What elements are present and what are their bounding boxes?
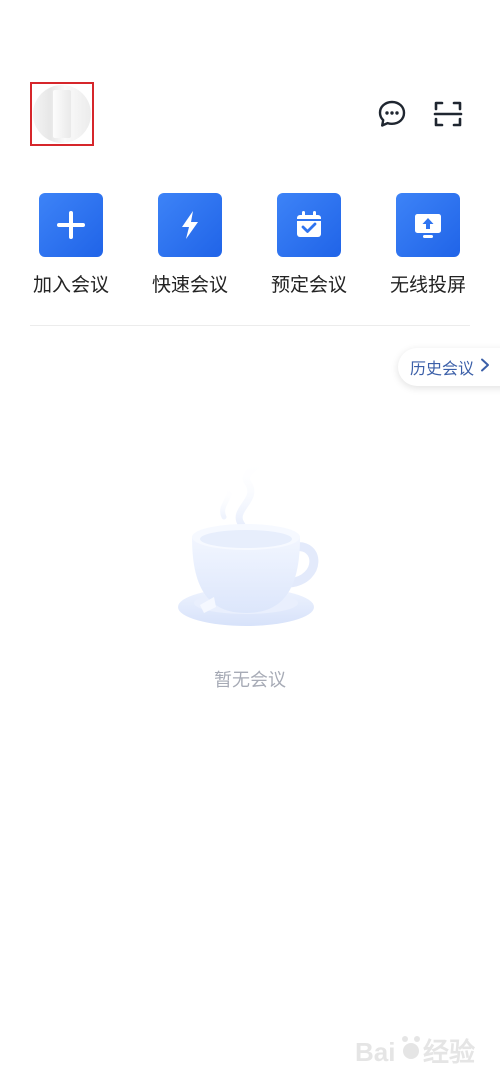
avatar-button[interactable]	[30, 82, 94, 146]
coffee-cup-icon	[170, 455, 330, 640]
empty-state-text: 暂无会议	[214, 670, 286, 690]
join-meeting-button[interactable]: 加入会议	[21, 193, 121, 297]
watermark-logo: Bai 经验	[355, 1025, 495, 1075]
schedule-meeting-label: 预定会议	[270, 275, 347, 296]
calendar-check-icon	[277, 193, 341, 257]
avatar	[33, 85, 91, 143]
lightning-icon	[158, 193, 222, 257]
quick-meeting-label: 快速会议	[151, 275, 228, 296]
svg-text:经验: 经验	[423, 1037, 475, 1067]
history-meetings-label: 历史会议	[410, 361, 475, 378]
schedule-meeting-button[interactable]: 预定会议	[259, 193, 359, 297]
screen-cast-icon	[396, 193, 460, 257]
screen-cast-label: 无线投屏	[389, 275, 466, 296]
chevron-right-icon	[480, 358, 490, 377]
quick-actions: 加入会议 快速会议 预定会议 无线投屏	[0, 193, 500, 303]
screen-cast-button[interactable]: 无线投屏	[378, 193, 478, 297]
join-meeting-label: 加入会议	[32, 275, 109, 296]
quick-meeting-button[interactable]: 快速会议	[140, 193, 240, 297]
divider	[30, 325, 470, 326]
history-meetings-button[interactable]: 历史会议	[398, 348, 500, 386]
plus-icon	[39, 193, 103, 257]
chat-bubble-icon[interactable]	[376, 98, 408, 130]
svg-text:Bai: Bai	[355, 1037, 395, 1067]
scan-icon[interactable]	[432, 98, 464, 130]
